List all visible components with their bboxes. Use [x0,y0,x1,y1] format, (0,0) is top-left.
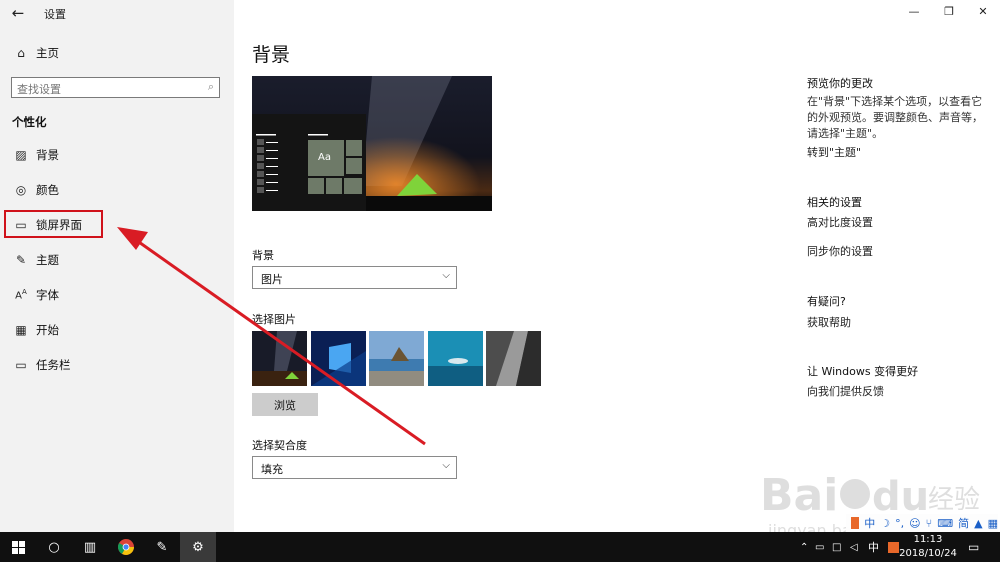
clock-time: 11:13 [913,534,943,545]
svg-text:经验: 经验 [928,485,980,515]
moon-icon: ☽ [880,516,891,530]
taskbar-ime-indicator[interactable]: 中 [868,532,879,562]
ime-lang-indicator[interactable]: 中 [864,515,875,531]
skin-icon: ▲ [974,516,983,530]
ime-simplified-indicator[interactable]: 简 [958,515,969,531]
svg-text:Bai: Bai [760,470,838,521]
task-view-icon[interactable]: ▥ [72,532,108,562]
mic-icon: ⑂ [925,516,933,530]
clock-date: 2018/10/24 [899,548,957,559]
notification-icon[interactable]: ▭ [968,532,979,562]
settings-gear-icon[interactable]: ⚙ [180,532,216,562]
chrome-icon[interactable] [108,532,144,562]
keyboard-icon: ⌨ [937,516,954,530]
punct-icon: °, [895,516,905,530]
clock[interactable]: 11:13 2018/10/24 [898,533,958,561]
paint-icon[interactable]: ✎ [144,532,180,562]
ime-toolbar[interactable]: 中 ☽ °, ☺ ⑂ ⌨ 简 ▲ ▦ [846,514,998,532]
menu-icon: ▦ [987,516,998,530]
volume-icon[interactable]: ◁ [850,532,858,562]
windows-start-icon[interactable] [0,532,36,562]
show-hidden-icons-icon[interactable]: ⌃ [800,532,808,562]
network-icon[interactable]: □ [832,532,841,562]
sogou-icon [851,517,860,529]
battery-icon[interactable]: ▭ [815,532,824,562]
taskbar: ○ ▥ ✎ ⚙ ⌃ ▭ □ ◁ 中 11:13 2018/10/24 ▭ [0,532,1000,562]
cortana-search-icon[interactable]: ○ [36,532,72,562]
emoji-icon: ☺ [909,516,921,530]
